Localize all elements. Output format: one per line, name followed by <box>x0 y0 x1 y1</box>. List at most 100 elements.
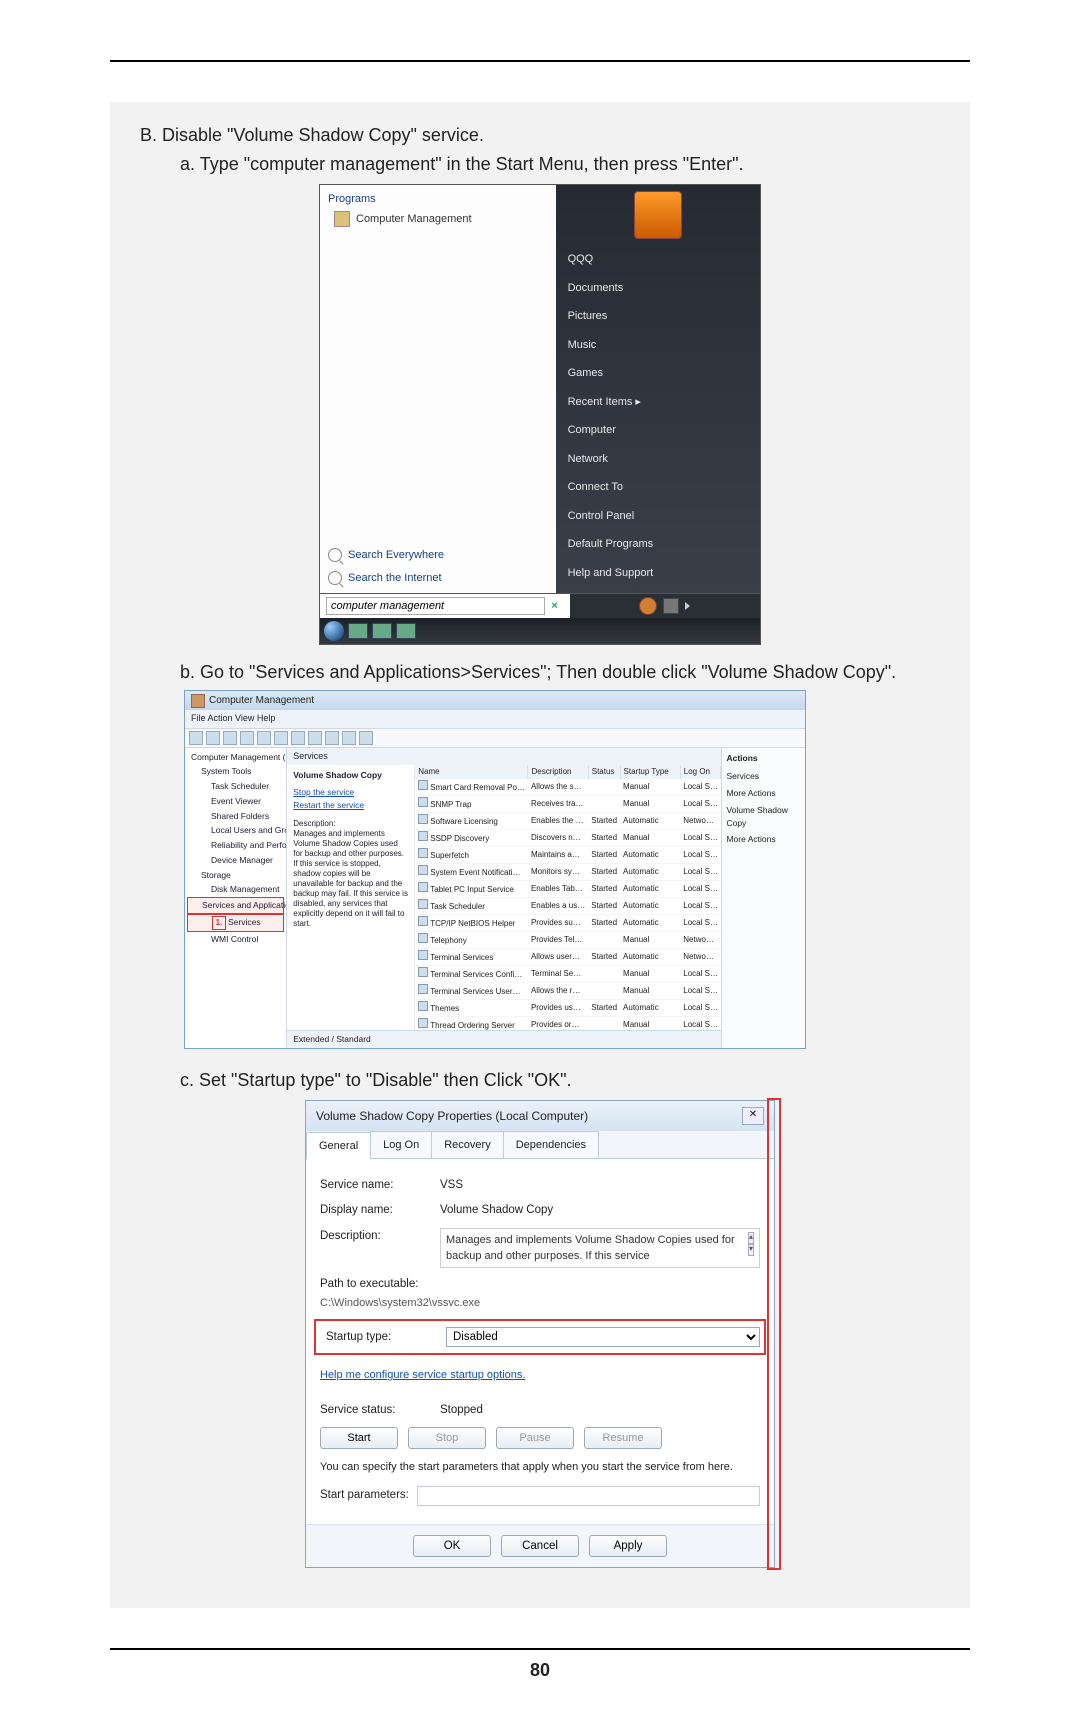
start-menu-item[interactable]: Documents <box>564 274 752 303</box>
service-row[interactable]: Software LicensingEnables the …StartedAu… <box>415 813 721 830</box>
service-icon <box>418 797 428 807</box>
lock-icon[interactable] <box>663 598 679 614</box>
tree-item[interactable]: Shared Folders <box>187 809 284 824</box>
actions-item[interactable]: Services <box>726 768 801 785</box>
service-row[interactable]: Terminal Services Confi…Terminal Se…Manu… <box>415 966 721 983</box>
services-list[interactable]: NameDescriptionStatusStartup TypeLog On … <box>415 765 721 1030</box>
start-menu-item[interactable]: Recent Items ▸ <box>564 388 752 417</box>
start-menu-item[interactable]: Connect To <box>564 473 752 502</box>
service-icon <box>418 950 428 960</box>
taskbar-icon[interactable] <box>348 623 368 639</box>
right-item[interactable]: QQQ <box>564 245 752 274</box>
service-row[interactable]: Task SchedulerEnables a us…StartedAutoma… <box>415 898 721 915</box>
service-status-value: Stopped <box>440 1402 760 1419</box>
service-row[interactable]: TelephonyProvides Tel…ManualNetwo… <box>415 932 721 949</box>
start-menu-item[interactable]: Games <box>564 359 752 388</box>
close-icon[interactable]: ✕ <box>742 1107 764 1125</box>
apply-button[interactable]: Apply <box>589 1535 667 1557</box>
start-menu-right-pane: QQQ DocumentsPicturesMusicGamesRecent It… <box>556 185 760 593</box>
scroll-up-icon[interactable]: ▴ <box>748 1232 754 1244</box>
cancel-button[interactable]: Cancel <box>501 1535 579 1557</box>
service-row[interactable]: SuperfetchMaintains a…StartedAutomaticLo… <box>415 847 721 864</box>
service-row[interactable]: TCP/IP NetBIOS HelperProvides su…Started… <box>415 915 721 932</box>
service-row[interactable]: Tablet PC Input ServiceEnables Tab…Start… <box>415 881 721 898</box>
start-menu-item[interactable]: Music <box>564 331 752 360</box>
service-icon <box>418 780 428 790</box>
tree-item[interactable]: Local Users and Groups <box>187 823 284 838</box>
service-icon <box>418 899 428 909</box>
tree-item[interactable]: WMI Control <box>187 932 284 947</box>
column-header[interactable]: Description <box>528 765 588 779</box>
search-internet-link[interactable]: Search the Internet <box>328 567 548 590</box>
start-button[interactable]: Start <box>320 1427 398 1449</box>
stop-service-link[interactable]: Stop the service <box>293 786 408 799</box>
tree-item[interactable]: Task Scheduler <box>187 779 284 794</box>
service-row[interactable]: Smart Card Removal Po…Allows the s…Manua… <box>415 779 721 796</box>
scroll-down-icon[interactable]: ▾ <box>748 1244 754 1256</box>
chevron-right-icon[interactable] <box>685 602 690 610</box>
service-row[interactable]: ThemesProvides us…StartedAutomaticLocal … <box>415 1000 721 1017</box>
pause-button[interactable]: Pause <box>496 1427 574 1449</box>
start-search-input[interactable] <box>326 597 545 615</box>
tree-item[interactable]: System Tools <box>187 764 284 779</box>
tree-item[interactable]: Disk Management <box>187 882 284 897</box>
mmc-menu-bar[interactable]: File Action View Help <box>185 710 805 728</box>
mmc-title-bar: Computer Management <box>185 691 805 710</box>
help-startup-link[interactable]: Help me configure service startup option… <box>320 1367 525 1384</box>
column-header[interactable]: Status <box>588 765 620 779</box>
tree-item[interactable]: Services and Applications <box>187 897 284 914</box>
services-header: Services <box>287 748 721 766</box>
column-header[interactable]: Startup Type <box>620 765 680 779</box>
search-everywhere-link[interactable]: Search Everywhere <box>328 544 548 567</box>
taskbar-icon[interactable] <box>372 623 392 639</box>
step-a: a. Type "computer management" in the Sta… <box>180 151 940 178</box>
service-row[interactable]: Terminal ServicesAllows user…StartedAuto… <box>415 949 721 966</box>
clear-search-icon[interactable]: × <box>545 598 563 615</box>
column-header[interactable]: Log On <box>680 765 721 779</box>
start-params-input[interactable] <box>417 1486 760 1506</box>
user-avatar[interactable] <box>634 191 682 239</box>
start-menu-item[interactable]: Computer <box>564 416 752 445</box>
services-mmc-screenshot: Computer Management File Action View Hel… <box>184 690 806 1049</box>
service-row[interactable]: SNMP TrapReceives tra…ManualLocal S… <box>415 796 721 813</box>
start-orb-icon[interactable] <box>324 621 344 641</box>
actions-item[interactable]: More Actions <box>726 785 801 802</box>
actions-item[interactable]: Volume Shadow Copy <box>726 802 801 832</box>
start-menu-item[interactable]: Pictures <box>564 302 752 331</box>
tab-dependencies[interactable]: Dependencies <box>503 1131 599 1159</box>
mmc-status-bar[interactable]: Extended / Standard <box>287 1030 721 1048</box>
program-computer-management[interactable]: Computer Management <box>328 208 548 231</box>
content-panel: B. Disable "Volume Shadow Copy" service.… <box>110 102 970 1608</box>
tree-item[interactable]: Storage <box>187 868 284 883</box>
tree-item[interactable]: Event Viewer <box>187 794 284 809</box>
taskbar-icon[interactable] <box>396 623 416 639</box>
service-row[interactable]: SSDP DiscoveryDiscovers n…StartedManualL… <box>415 830 721 847</box>
service-icon <box>418 882 428 892</box>
start-menu-item[interactable]: Network <box>564 445 752 474</box>
actions-item[interactable]: More Actions <box>726 831 801 848</box>
service-row[interactable]: Thread Ordering ServerProvides or…Manual… <box>415 1017 721 1030</box>
startup-type-select[interactable]: Disabled <box>446 1327 760 1347</box>
start-menu-item[interactable]: Control Panel <box>564 502 752 531</box>
service-icon <box>418 984 428 994</box>
column-header[interactable]: Name <box>415 765 528 779</box>
tree-root[interactable]: Computer Management (Local) <box>187 750 284 765</box>
service-name-label: Service name: <box>320 1177 440 1194</box>
restart-service-link[interactable]: Restart the service <box>293 799 408 812</box>
service-row[interactable]: Terminal Services User…Allows the r…Manu… <box>415 983 721 1000</box>
tab-recovery[interactable]: Recovery <box>431 1131 503 1159</box>
tree-item[interactable]: Reliability and Perform… <box>187 838 284 853</box>
stop-button[interactable]: Stop <box>408 1427 486 1449</box>
start-menu-item[interactable]: Help and Support <box>564 559 752 588</box>
tree-item[interactable]: Device Manager <box>187 853 284 868</box>
mmc-toolbar[interactable] <box>185 728 805 748</box>
tab-logon[interactable]: Log On <box>370 1131 432 1159</box>
tree-item[interactable]: 1.Services <box>187 914 284 932</box>
mmc-tree[interactable]: Computer Management (Local) System Tools… <box>185 748 287 1048</box>
start-menu-item[interactable]: Default Programs <box>564 530 752 559</box>
tab-general[interactable]: General <box>306 1132 371 1160</box>
power-icon[interactable] <box>639 597 657 615</box>
ok-button[interactable]: OK <box>413 1535 491 1557</box>
resume-button[interactable]: Resume <box>584 1427 662 1449</box>
service-row[interactable]: System Event Notificati…Monitors sy…Star… <box>415 864 721 881</box>
